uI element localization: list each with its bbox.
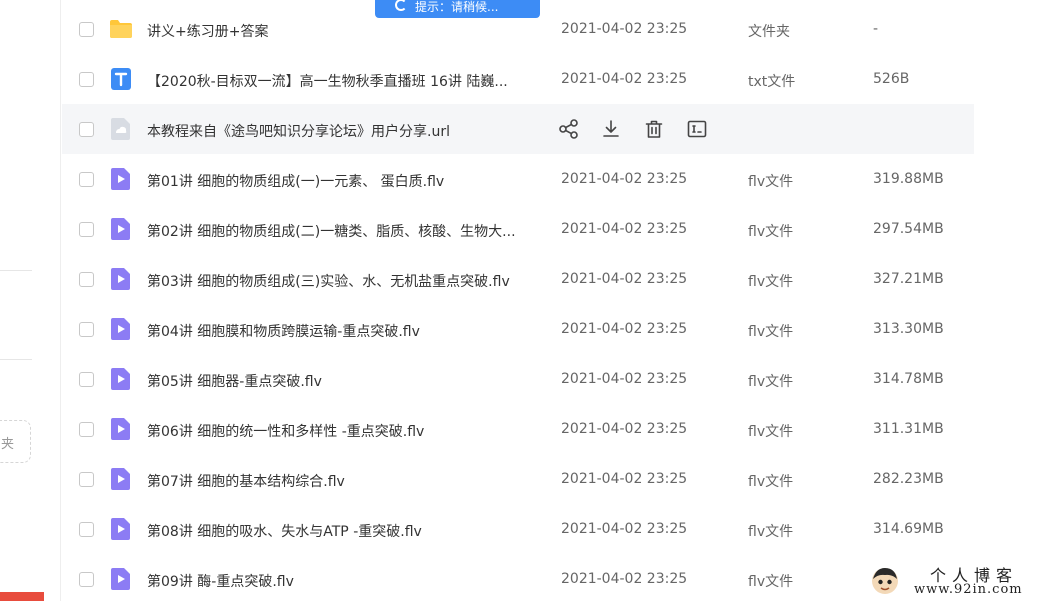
file-date: 2021-04-02 23:25	[561, 471, 688, 487]
file-size: 327.21MB	[873, 271, 944, 287]
file-date: 2021-04-02 23:25	[561, 421, 688, 437]
video-file-icon	[109, 317, 132, 341]
file-row[interactable]: 第08讲 细胞的吸水、失水与ATP -重突破.flv 2021-04-02 23:…	[62, 504, 974, 554]
file-date: 2021-04-02 23:25	[561, 321, 688, 337]
file-size: 311.31MB	[873, 421, 944, 437]
file-name[interactable]: 第04讲 细胞膜和物质跨膜运输-重点突破.flv	[147, 321, 547, 341]
file-size: 526B	[873, 71, 910, 87]
file-row[interactable]: 第06讲 细胞的统一性和多样性 -重点突破.flv 2021-04-02 23:2…	[62, 404, 974, 454]
avatar-icon	[872, 568, 898, 594]
watermark-url: www.92in.com	[914, 582, 1023, 597]
video-file-icon	[109, 167, 132, 191]
file-name[interactable]: 第02讲 细胞的物质组成(二)一糖类、脂质、核酸、生物大...	[147, 221, 547, 241]
row-checkbox[interactable]	[79, 172, 94, 187]
video-file-icon	[109, 467, 132, 491]
file-date: 2021-04-02 23:25	[561, 521, 688, 537]
file-type: 文件夹	[748, 24, 790, 40]
file-name[interactable]: 第01讲 细胞的物质组成(一)一元素、 蛋白质.flv	[147, 171, 547, 191]
file-name[interactable]: 第08讲 细胞的吸水、失水与ATP -重突破.flv	[147, 521, 547, 541]
file-row[interactable]: 本教程来自《途鸟吧知识分享论坛》用户分享.url	[62, 104, 974, 154]
file-type: flv文件	[748, 224, 794, 240]
file-date: 2021-04-02 23:25	[561, 571, 688, 587]
file-row[interactable]: 第05讲 细胞器-重点突破.flv 2021-04-02 23:25 flv文件 31…	[62, 354, 974, 404]
row-checkbox[interactable]	[79, 122, 94, 137]
file-row[interactable]: 第07讲 细胞的基本结构综合.flv 2021-04-02 23:25 flv文件 2…	[62, 454, 974, 504]
file-type: flv文件	[748, 174, 794, 190]
file-name[interactable]: 讲义+练习册+答案	[147, 21, 547, 41]
file-row[interactable]: 第03讲 细胞的物质组成(三)实验、水、无机盐重点突破.flv 2021-04-0…	[62, 254, 974, 304]
row-checkbox[interactable]	[79, 72, 94, 87]
rename-icon[interactable]	[686, 118, 708, 140]
file-type: flv文件	[748, 524, 794, 540]
file-row[interactable]: 【2020秋-目标双一流】高一生物秋季直播班 16讲 陆巍... 2021-04-…	[62, 54, 974, 104]
row-checkbox[interactable]	[79, 372, 94, 387]
video-file-icon	[109, 517, 132, 541]
row-checkbox[interactable]	[79, 472, 94, 487]
sidebar-divider	[0, 359, 32, 360]
row-checkbox[interactable]	[79, 322, 94, 337]
file-date: 2021-04-02 23:25	[561, 21, 688, 37]
row-checkbox[interactable]	[79, 422, 94, 437]
watermark: 个人博客 www.92in.com	[870, 562, 1060, 600]
sidebar-divider	[0, 270, 32, 271]
file-type: flv文件	[748, 474, 794, 490]
row-checkbox[interactable]	[79, 22, 94, 37]
file-size: -	[873, 21, 879, 37]
file-date: 2021-04-02 23:25	[561, 221, 688, 237]
share-icon[interactable]	[558, 118, 580, 140]
file-name[interactable]: 第05讲 细胞器-重点突破.flv	[147, 371, 547, 391]
file-date: 2021-04-02 23:25	[561, 171, 688, 187]
file-size: 314.78MB	[873, 371, 944, 387]
new-folder-button[interactable]: 夹	[0, 420, 31, 463]
row-checkbox[interactable]	[79, 272, 94, 287]
file-name[interactable]: 第03讲 细胞的物质组成(三)实验、水、无机盐重点突破.flv	[147, 271, 547, 291]
new-folder-label: 夹	[1, 437, 15, 452]
folder-icon	[109, 17, 132, 41]
url-file-icon	[109, 117, 132, 141]
file-type: flv文件	[748, 574, 794, 590]
file-row[interactable]: 第01讲 细胞的物质组成(一)一元素、 蛋白质.flv 2021-04-02 23…	[62, 154, 974, 204]
sidebar: 夹	[0, 0, 61, 601]
file-type: flv文件	[748, 424, 794, 440]
video-file-icon	[109, 417, 132, 441]
row-checkbox[interactable]	[79, 572, 94, 587]
file-date: 2021-04-02 23:25	[561, 271, 688, 287]
file-date: 2021-04-02 23:25	[561, 71, 688, 87]
file-type: flv文件	[748, 274, 794, 290]
sidebar-red-button[interactable]	[0, 592, 44, 601]
file-name[interactable]: 第06讲 细胞的统一性和多样性 -重点突破.flv	[147, 421, 547, 441]
file-date: 2021-04-02 23:25	[561, 371, 688, 387]
file-type: txt文件	[748, 74, 796, 90]
row-checkbox[interactable]	[79, 222, 94, 237]
video-file-icon	[109, 367, 132, 391]
video-file-icon	[109, 567, 132, 591]
file-name[interactable]: 第09讲 酶-重点突破.flv	[147, 571, 547, 591]
txt-file-icon	[109, 67, 132, 91]
file-row[interactable]: 第04讲 细胞膜和物质跨膜运输-重点突破.flv 2021-04-02 23:25…	[62, 304, 974, 354]
file-name[interactable]: 【2020秋-目标双一流】高一生物秋季直播班 16讲 陆巍...	[147, 71, 547, 91]
file-size: 313.30MB	[873, 321, 944, 337]
file-size: 314.69MB	[873, 521, 944, 537]
row-checkbox[interactable]	[79, 522, 94, 537]
video-file-icon	[109, 267, 132, 291]
file-row[interactable]: 第02讲 细胞的物质组成(二)一糖类、脂质、核酸、生物大... 2021-04-0…	[62, 204, 974, 254]
file-name[interactable]: 本教程来自《途鸟吧知识分享论坛》用户分享.url	[147, 121, 547, 141]
file-name[interactable]: 第07讲 细胞的基本结构综合.flv	[147, 471, 547, 491]
file-row[interactable]: 讲义+练习册+答案 2021-04-02 23:25 文件夹 -	[62, 4, 974, 54]
file-size: 319.88MB	[873, 171, 944, 187]
video-file-icon	[109, 217, 132, 241]
file-type: flv文件	[748, 324, 794, 340]
file-type: flv文件	[748, 374, 794, 390]
file-row[interactable]: 第09讲 酶-重点突破.flv 2021-04-02 23:25 flv文件	[62, 554, 974, 601]
delete-icon[interactable]	[643, 118, 665, 140]
file-size: 282.23MB	[873, 471, 944, 487]
download-icon[interactable]	[600, 118, 622, 140]
file-size: 297.54MB	[873, 221, 944, 237]
